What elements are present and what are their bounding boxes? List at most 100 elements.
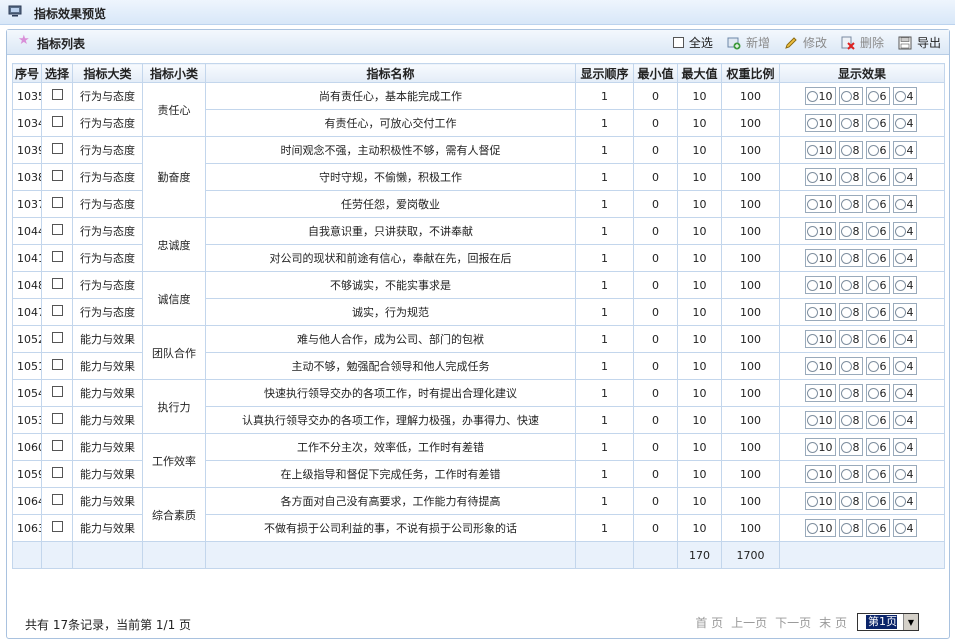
effect-radio-option[interactable]: 8	[838, 438, 863, 456]
effect-radio-option[interactable]: 10	[804, 276, 836, 294]
effect-radio-option[interactable]: 4	[892, 303, 917, 321]
prev-page-link[interactable]: 上一页	[731, 614, 767, 631]
page-select[interactable]: 第1页 ▼	[857, 613, 919, 631]
effect-radio-option[interactable]: 10	[804, 303, 836, 321]
effect-radio-option[interactable]: 8	[838, 465, 863, 483]
effect-radio-option[interactable]: 6	[865, 519, 890, 537]
effect-radio-option[interactable]: 8	[838, 303, 863, 321]
effect-radio-option[interactable]: 10	[804, 411, 836, 429]
effect-radio-option[interactable]: 8	[838, 384, 863, 402]
effect-radio-option[interactable]: 6	[865, 249, 890, 267]
effect-radio-option[interactable]: 4	[892, 411, 917, 429]
effect-radio-option[interactable]: 8	[838, 357, 863, 375]
row-checkbox[interactable]	[51, 467, 63, 478]
radio-icon	[894, 252, 906, 264]
effect-radio-option[interactable]: 8	[838, 411, 863, 429]
first-page-link[interactable]: 首 页	[695, 614, 723, 631]
effect-radio-option[interactable]: 10	[804, 195, 836, 213]
last-page-link[interactable]: 末 页	[819, 614, 847, 631]
row-checkbox[interactable]	[51, 332, 63, 343]
row-checkbox[interactable]	[51, 440, 63, 451]
effect-radio-option[interactable]: 6	[865, 222, 890, 240]
row-checkbox[interactable]	[51, 305, 63, 316]
effect-radio-option[interactable]: 8	[838, 276, 863, 294]
effect-radio-option[interactable]: 4	[892, 87, 917, 105]
effect-radio-option[interactable]: 8	[838, 168, 863, 186]
effect-radio-option[interactable]: 10	[804, 492, 836, 510]
effect-radio-option[interactable]: 10	[804, 330, 836, 348]
effect-radio-option[interactable]: 10	[804, 222, 836, 240]
effect-radio-option[interactable]: 8	[838, 492, 863, 510]
effect-radio-option[interactable]: 4	[892, 384, 917, 402]
effect-radio-option[interactable]: 4	[892, 519, 917, 537]
row-checkbox[interactable]	[51, 116, 63, 127]
effect-radio-option[interactable]: 6	[865, 195, 890, 213]
effect-radio-option[interactable]: 6	[865, 330, 890, 348]
effect-radio-option[interactable]: 6	[865, 492, 890, 510]
effect-radio-option[interactable]: 10	[804, 357, 836, 375]
effect-radio-option[interactable]: 8	[838, 249, 863, 267]
row-checkbox[interactable]	[51, 143, 63, 154]
effect-radio-option[interactable]: 4	[892, 222, 917, 240]
effect-radio-option[interactable]: 8	[838, 195, 863, 213]
table-row: 1054能力与效果执行力快速执行领导交办的各项工作，时有提出合理化建议10101…	[12, 379, 945, 434]
effect-radio-option[interactable]: 10	[804, 249, 836, 267]
effect-radio-option[interactable]: 4	[892, 492, 917, 510]
add-button[interactable]: 新增	[727, 34, 770, 51]
effect-radio-option[interactable]: 10	[804, 141, 836, 159]
row-checkbox[interactable]	[51, 359, 63, 370]
effect-radio-option[interactable]: 8	[838, 519, 863, 537]
select-all-checkbox[interactable]: 全选	[672, 34, 713, 51]
radio-label: 4	[906, 305, 914, 319]
row-checkbox[interactable]	[51, 494, 63, 505]
row-checkbox[interactable]	[51, 251, 63, 262]
effect-radio-option[interactable]: 8	[838, 141, 863, 159]
effect-radio-option[interactable]: 4	[892, 249, 917, 267]
effect-radio-option[interactable]: 6	[865, 276, 890, 294]
effect-radio-option[interactable]: 6	[865, 87, 890, 105]
effect-radio-option[interactable]: 4	[892, 438, 917, 456]
effect-radio-option[interactable]: 6	[865, 465, 890, 483]
effect-radio-option[interactable]: 4	[892, 195, 917, 213]
row-checkbox[interactable]	[51, 89, 63, 100]
effect-radio-option[interactable]: 10	[804, 465, 836, 483]
effect-radio-option[interactable]: 4	[892, 330, 917, 348]
effect-radio-option[interactable]: 6	[865, 357, 890, 375]
effect-radio-option[interactable]: 8	[838, 330, 863, 348]
effect-radio-option[interactable]: 4	[892, 168, 917, 186]
effect-radio-option[interactable]: 8	[838, 114, 863, 132]
effect-radio-option[interactable]: 4	[892, 465, 917, 483]
row-checkbox[interactable]	[51, 386, 63, 397]
col-header: 最大值	[677, 63, 722, 83]
edit-button[interactable]: 修改	[784, 34, 827, 51]
effect-radio-option[interactable]: 8	[838, 87, 863, 105]
next-page-link[interactable]: 下一页	[775, 614, 811, 631]
effect-radio-option[interactable]: 4	[892, 276, 917, 294]
effect-radio-option[interactable]: 6	[865, 438, 890, 456]
effect-radio-option[interactable]: 4	[892, 357, 917, 375]
effect-radio-option[interactable]: 8	[838, 222, 863, 240]
effect-radio-option[interactable]: 10	[804, 384, 836, 402]
effect-radio-option[interactable]: 6	[865, 141, 890, 159]
row-checkbox[interactable]	[51, 278, 63, 289]
effect-radio-option[interactable]: 4	[892, 114, 917, 132]
row-checkbox[interactable]	[51, 521, 63, 532]
effect-radio-option[interactable]: 10	[804, 168, 836, 186]
effect-radio-option[interactable]: 10	[804, 438, 836, 456]
row-checkbox[interactable]	[51, 197, 63, 208]
row-checkbox[interactable]	[51, 224, 63, 235]
row-checkbox[interactable]	[51, 170, 63, 181]
effect-radio-option[interactable]: 10	[804, 87, 836, 105]
effect-radio-option[interactable]: 4	[892, 141, 917, 159]
delete-button[interactable]: 删除	[841, 34, 884, 51]
effect-radio-option[interactable]: 6	[865, 114, 890, 132]
effect-radio-option[interactable]: 10	[804, 519, 836, 537]
effect-radio-option[interactable]: 10	[804, 114, 836, 132]
effect-radio-option[interactable]: 6	[865, 303, 890, 321]
export-button[interactable]: 导出	[898, 34, 941, 51]
effect-radio-option[interactable]: 6	[865, 384, 890, 402]
effect-radio-option[interactable]: 6	[865, 411, 890, 429]
effect-radio-option[interactable]: 6	[865, 168, 890, 186]
row-category: 能力与效果	[72, 325, 143, 353]
row-checkbox[interactable]	[51, 413, 63, 424]
